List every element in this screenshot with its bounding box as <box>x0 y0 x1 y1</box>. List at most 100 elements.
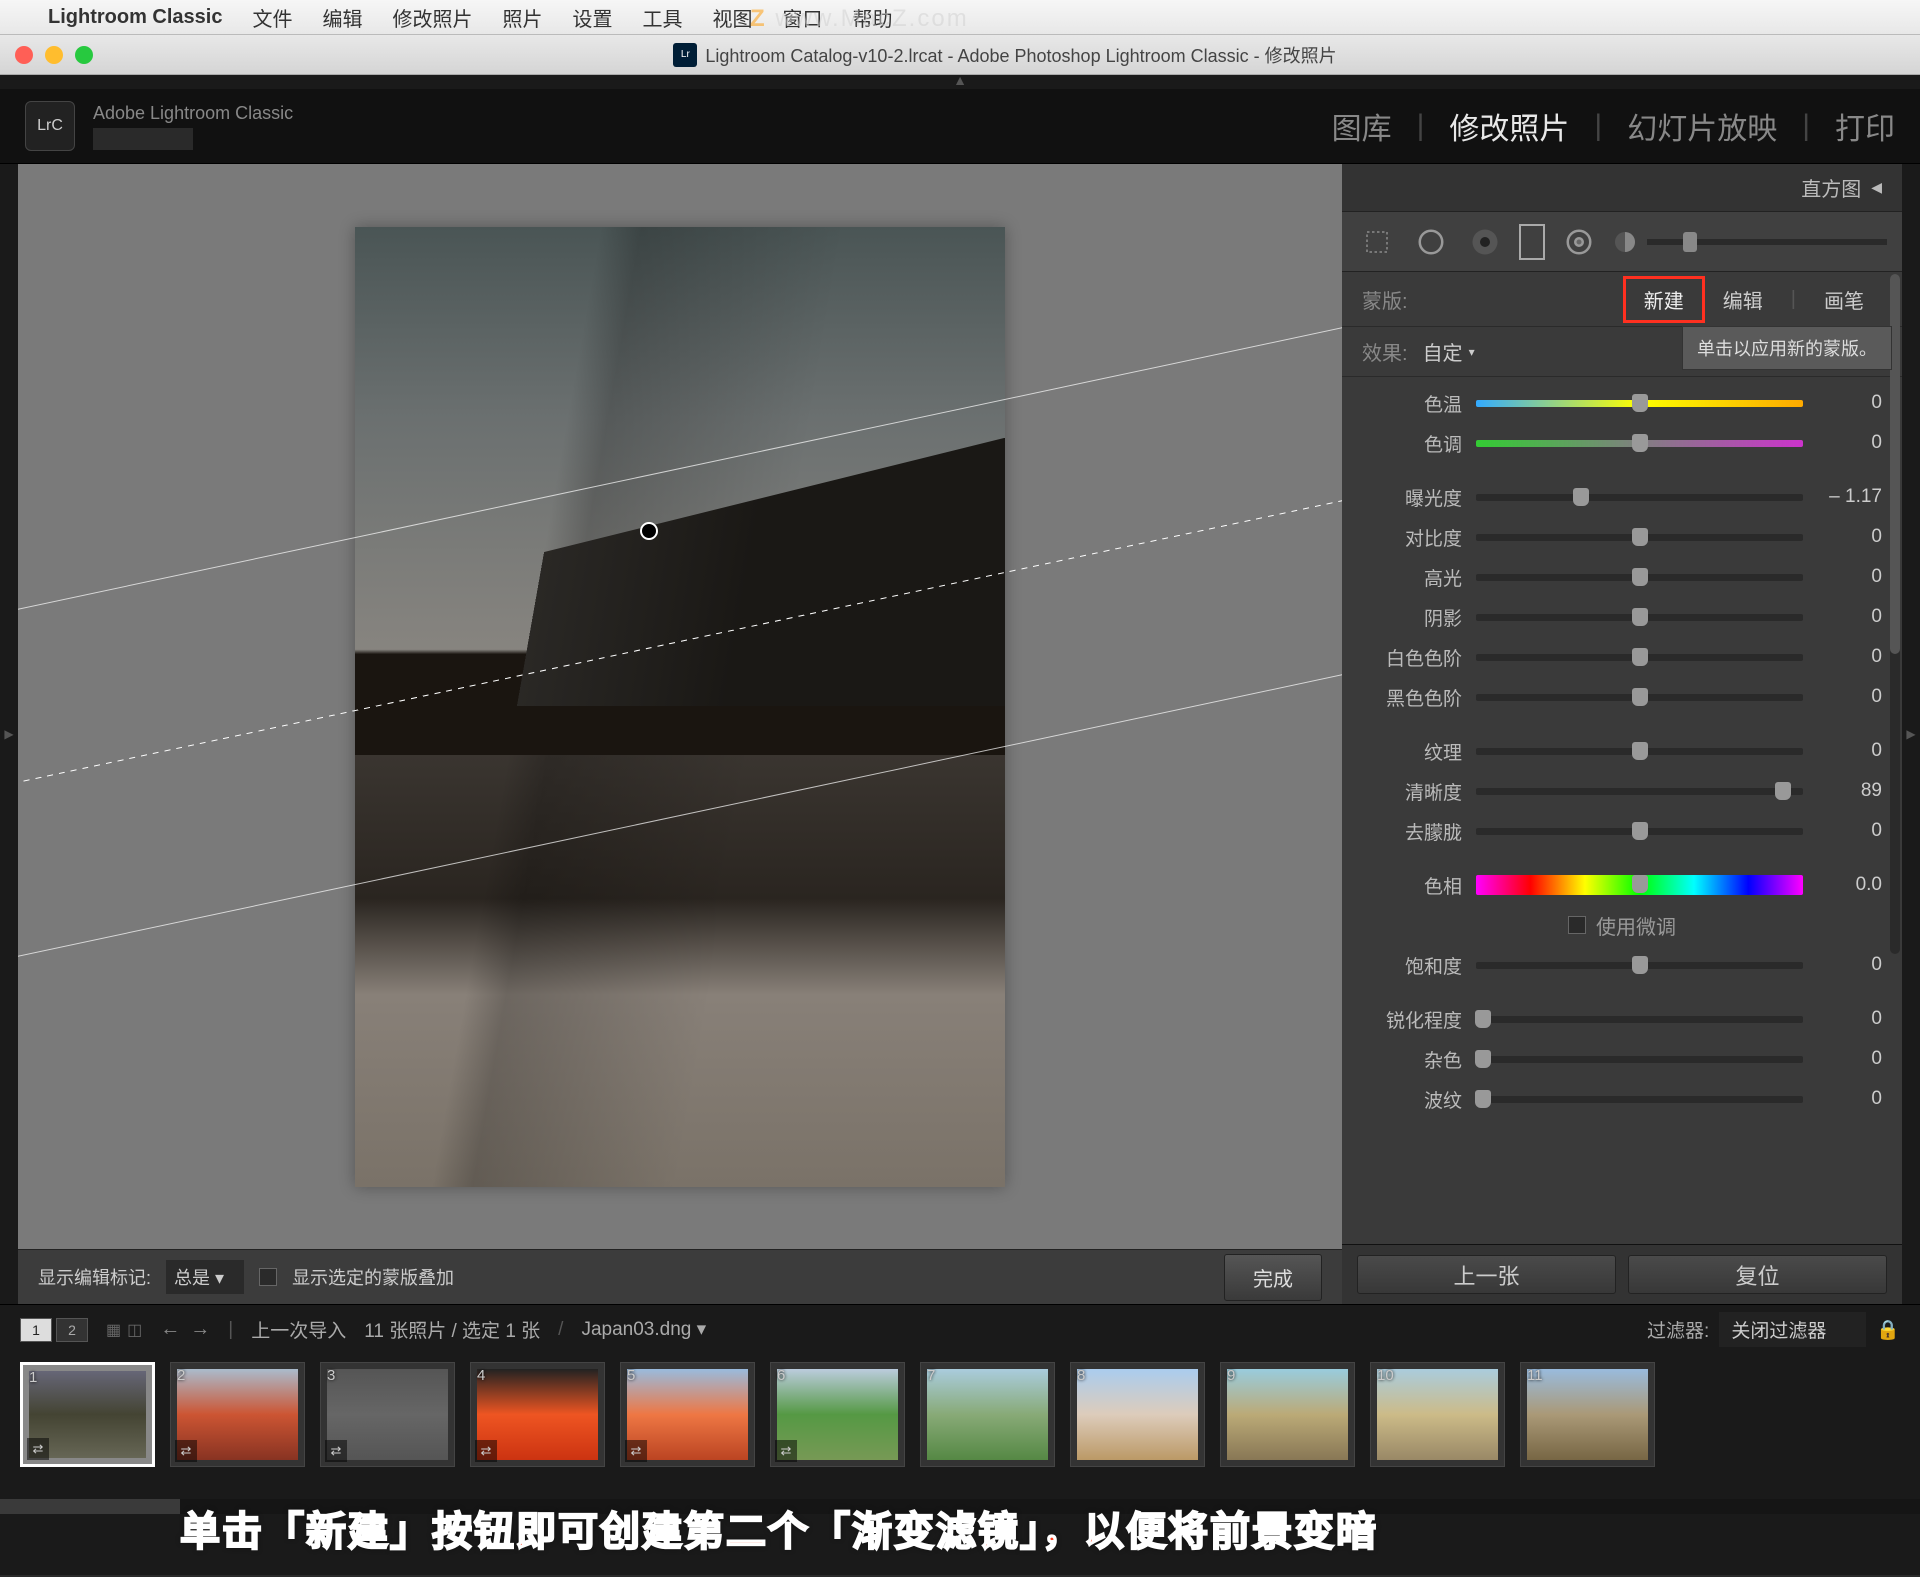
slider-track[interactable] <box>1476 494 1803 501</box>
slider-track[interactable] <box>1476 1096 1803 1103</box>
nav-back-icon[interactable]: ← <box>160 1318 180 1341</box>
thumbnail-7[interactable]: 7 <box>920 1362 1055 1467</box>
slider-track[interactable] <box>1476 654 1803 661</box>
slider-value[interactable]: 0 <box>1817 1008 1882 1030</box>
thumbnail-3[interactable]: 3⇄ <box>320 1362 455 1467</box>
slider-波纹[interactable]: 波纹0 <box>1342 1079 1902 1119</box>
slider-纹理[interactable]: 纹理0 <box>1342 731 1902 771</box>
slider-value[interactable]: 0 <box>1817 432 1882 454</box>
slider-value[interactable]: – 1.17 <box>1817 486 1882 508</box>
slider-track[interactable] <box>1476 828 1803 835</box>
minimize-icon[interactable] <box>45 46 63 64</box>
slider-黑色色阶[interactable]: 黑色色阶0 <box>1342 677 1902 717</box>
filter-select[interactable]: 关闭过滤器 <box>1719 1312 1866 1347</box>
radial-tool-icon[interactable] <box>1559 222 1599 262</box>
menu-app[interactable]: Lightroom Classic <box>48 6 222 29</box>
slider-track[interactable] <box>1476 1016 1803 1023</box>
gradient-tool-icon[interactable] <box>1519 224 1545 260</box>
slider-锐化程度[interactable]: 锐化程度0 <box>1342 999 1902 1039</box>
grid-view-icon[interactable]: ▦ <box>106 1320 121 1340</box>
slider-对比度[interactable]: 对比度0 <box>1342 517 1902 557</box>
photo-canvas[interactable] <box>18 164 1342 1249</box>
menu-file[interactable]: 文件 <box>252 3 292 32</box>
slider-track[interactable] <box>1476 614 1803 621</box>
slider-色相[interactable]: 色相0.0 <box>1342 865 1902 905</box>
slider-去朦胧[interactable]: 去朦胧0 <box>1342 811 1902 851</box>
mask-brush-button[interactable]: 画笔 <box>1806 279 1882 320</box>
tool-amount-slider[interactable] <box>1613 230 1887 254</box>
slider-色温[interactable]: 色温0 <box>1342 383 1902 423</box>
slider-清晰度[interactable]: 清晰度89 <box>1342 771 1902 811</box>
slider-value[interactable]: 0 <box>1817 1088 1882 1110</box>
thumbnail-2[interactable]: 2⇄ <box>170 1362 305 1467</box>
slider-value[interactable]: 89 <box>1817 780 1882 802</box>
thumbnail-10[interactable]: 10 <box>1370 1362 1505 1467</box>
expand-left-icon[interactable]: ▶ <box>0 164 18 1304</box>
menu-edit[interactable]: 编辑 <box>322 3 362 32</box>
menu-settings[interactable]: 设置 <box>572 3 612 32</box>
slider-value[interactable]: 0 <box>1817 686 1882 708</box>
slider-曝光度[interactable]: 曝光度– 1.17 <box>1342 477 1902 517</box>
show-pins-select[interactable]: 总是 ▾ <box>166 1260 244 1294</box>
reset-button[interactable]: 复位 <box>1628 1255 1887 1294</box>
slider-value[interactable]: 0 <box>1817 526 1882 548</box>
slider-高光[interactable]: 高光0 <box>1342 557 1902 597</box>
overlay-checkbox[interactable] <box>259 1268 277 1286</box>
slider-value[interactable]: 0 <box>1817 646 1882 668</box>
slider-value[interactable]: 0 <box>1817 820 1882 842</box>
thumbnail-5[interactable]: 5⇄ <box>620 1362 755 1467</box>
slider-track[interactable] <box>1476 962 1803 969</box>
compare-view-icon[interactable]: ◫ <box>127 1320 142 1340</box>
module-library[interactable]: 图库 <box>1332 104 1392 148</box>
menu-tools[interactable]: 工具 <box>642 3 682 32</box>
slider-色调[interactable]: 色调0 <box>1342 423 1902 463</box>
mask-new-button[interactable]: 新建 <box>1623 276 1705 323</box>
thumbnail-9[interactable]: 9 <box>1220 1362 1355 1467</box>
spot-tool-icon[interactable] <box>1411 222 1451 262</box>
histogram-header[interactable]: 直方图◀ <box>1342 164 1902 212</box>
slider-饱和度[interactable]: 饱和度0 <box>1342 945 1902 985</box>
slider-track[interactable] <box>1476 440 1803 447</box>
view-secondary[interactable]: 2 <box>56 1318 88 1342</box>
view-primary[interactable]: 1 <box>20 1318 52 1342</box>
slider-value[interactable]: 0.0 <box>1817 874 1882 896</box>
thumbnail-1[interactable]: 1⇄ <box>20 1362 155 1467</box>
thumbnail-11[interactable]: 11 <box>1520 1362 1655 1467</box>
finetune-checkbox[interactable] <box>1568 916 1586 934</box>
effect-dropdown[interactable]: 自定 ▾ <box>1423 337 1475 366</box>
slider-track[interactable] <box>1476 694 1803 701</box>
slider-value[interactable]: 0 <box>1817 566 1882 588</box>
slider-阴影[interactable]: 阴影0 <box>1342 597 1902 637</box>
previous-button[interactable]: 上一张 <box>1357 1255 1616 1294</box>
menu-view[interactable]: 视图 <box>712 3 752 32</box>
module-slideshow[interactable]: 幻灯片放映 <box>1627 104 1777 148</box>
module-develop[interactable]: 修改照片 <box>1449 104 1569 148</box>
menu-develop[interactable]: 修改照片 <box>392 3 472 32</box>
slider-value[interactable]: 0 <box>1817 392 1882 414</box>
breadcrumb[interactable]: 上一次导入 <box>251 1316 346 1343</box>
slider-track[interactable] <box>1476 400 1803 407</box>
thumbnail-8[interactable]: 8 <box>1070 1362 1205 1467</box>
panel-scrollbar[interactable] <box>1890 274 1900 954</box>
slider-value[interactable]: 0 <box>1817 954 1882 976</box>
redeye-tool-icon[interactable] <box>1465 222 1505 262</box>
zoom-icon[interactable] <box>75 46 93 64</box>
slider-value[interactable]: 0 <box>1817 1048 1882 1070</box>
mask-edit-button[interactable]: 编辑 <box>1705 279 1781 320</box>
menu-photo[interactable]: 照片 <box>502 3 542 32</box>
slider-track[interactable] <box>1476 1056 1803 1063</box>
crop-tool-icon[interactable] <box>1357 222 1397 262</box>
filter-lock-icon[interactable]: 🔒 <box>1876 1318 1900 1342</box>
slider-杂色[interactable]: 杂色0 <box>1342 1039 1902 1079</box>
thumbnail-6[interactable]: 6⇄ <box>770 1362 905 1467</box>
nav-fwd-icon[interactable]: → <box>190 1318 210 1341</box>
slider-track[interactable] <box>1476 788 1803 795</box>
slider-value[interactable]: 0 <box>1817 606 1882 628</box>
close-icon[interactable] <box>15 46 33 64</box>
slider-value[interactable]: 0 <box>1817 740 1882 762</box>
module-print[interactable]: 打印 <box>1835 104 1895 148</box>
expand-right-icon[interactable]: ▶ <box>1902 164 1920 1304</box>
thumbnail-4[interactable]: 4⇄ <box>470 1362 605 1467</box>
slider-track[interactable] <box>1476 534 1803 541</box>
done-button[interactable]: 完成 <box>1224 1254 1322 1301</box>
